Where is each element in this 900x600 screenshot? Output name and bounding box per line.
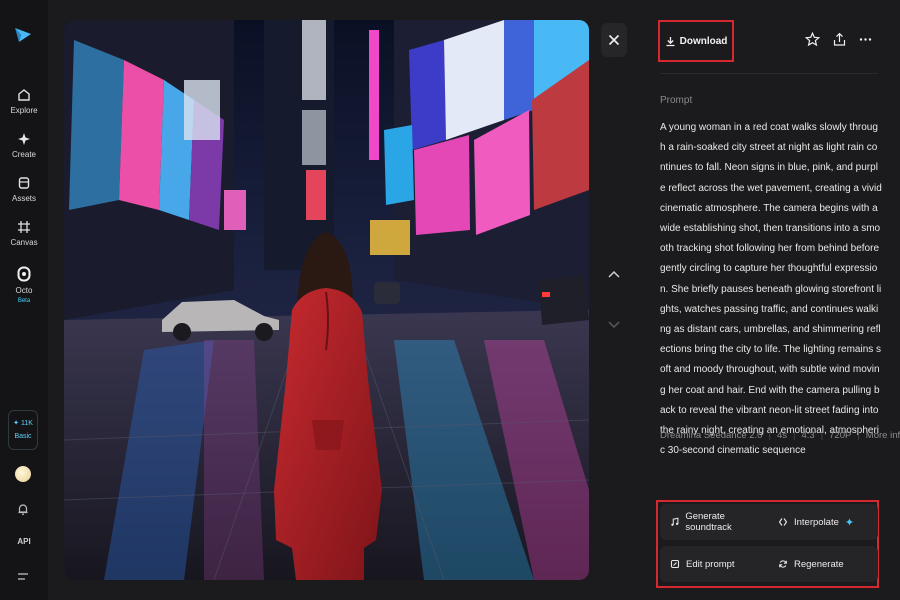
- sidebar-item-octo[interactable]: Octo Beta: [0, 266, 48, 304]
- sidebar-item-label: Octo: [15, 286, 33, 295]
- prompt-text: A young woman in a red coat walks slowly…: [660, 122, 882, 457]
- generate-soundtrack-button[interactable]: Generate soundtrack: [660, 504, 768, 540]
- meta-separator: |: [792, 430, 796, 441]
- generate-soundtrack-label: Generate soundtrack: [685, 511, 732, 533]
- sidebar-item-label: Create: [11, 150, 36, 159]
- sparkle-icon: ✦: [844, 516, 855, 529]
- home-icon: [18, 89, 30, 101]
- sidebar-item-create[interactable]: Create: [0, 132, 48, 159]
- meta-separator: |: [857, 430, 860, 441]
- sidebar-item-explore[interactable]: Explore: [0, 88, 48, 115]
- interpolate-label: Interpolate: [794, 516, 839, 528]
- download-icon: [666, 36, 675, 46]
- star-icon[interactable]: [805, 32, 820, 47]
- resolution-value: 720P: [829, 430, 852, 441]
- interpolate-button[interactable]: Interpolate ✦: [768, 504, 878, 540]
- chevron-up-icon[interactable]: [606, 267, 622, 283]
- sidebar-item-canvas[interactable]: Canvas: [0, 220, 48, 247]
- music-note-icon: [671, 517, 679, 526]
- credits-count: ✦ 11K: [13, 420, 33, 427]
- meta-separator: |: [768, 430, 771, 441]
- bell-icon[interactable]: [16, 502, 30, 516]
- folder-icon: [18, 177, 30, 189]
- share-icon[interactable]: [832, 32, 847, 47]
- close-button[interactable]: [601, 23, 627, 57]
- close-icon: [608, 34, 620, 46]
- chevron-down-icon[interactable]: [606, 316, 622, 332]
- regenerate-button[interactable]: Regenerate: [768, 546, 878, 582]
- menu-icon[interactable]: [16, 571, 30, 583]
- meta-separator: |: [820, 430, 824, 441]
- sparkle-icon: [18, 133, 30, 145]
- beta-badge: Beta: [17, 298, 31, 304]
- sidebar-item-label: Canvas: [10, 238, 38, 247]
- generation-meta: Dreamina Seedance 2.0 | 4s | 4:3 | 720P …: [660, 430, 900, 441]
- model-name: Dreamina Seedance 2.0: [660, 430, 763, 441]
- duration-value: 4s: [776, 430, 787, 441]
- aspect-ratio-value: 4:3: [801, 430, 815, 441]
- plan-badge[interactable]: ✦ 11K Basic: [8, 410, 38, 450]
- edit-prompt-label: Edit prompt: [686, 558, 735, 570]
- generated-video-frame[interactable]: [64, 20, 589, 580]
- more-icon[interactable]: [858, 32, 873, 47]
- edit-prompt-button[interactable]: Edit prompt: [660, 546, 768, 582]
- refresh-icon: [779, 560, 787, 568]
- download-button[interactable]: Download: [658, 20, 734, 62]
- more-info-link[interactable]: More info: [866, 430, 900, 441]
- sidebar-item-label: Explore: [10, 106, 38, 115]
- sidebar: Explore Create Assets Canvas Octo Beta ✦…: [0, 0, 48, 600]
- sidebar-item-label: Assets: [11, 194, 36, 203]
- avatar[interactable]: [15, 466, 31, 482]
- api-link[interactable]: API: [0, 537, 48, 546]
- city-scene-image: [64, 20, 589, 580]
- regenerate-label: Regenerate: [794, 558, 844, 570]
- octo-icon: [17, 266, 31, 282]
- canvas-icon: [18, 221, 30, 233]
- download-label: Download: [679, 35, 728, 47]
- sidebar-item-assets[interactable]: Assets: [0, 176, 48, 203]
- edit-icon: [670, 559, 680, 569]
- interpolate-icon: [778, 518, 788, 526]
- divider: [660, 73, 878, 74]
- paper-plane-logo[interactable]: [13, 24, 33, 44]
- prompt-heading: Prompt: [660, 95, 693, 106]
- plan-tier: Basic: [14, 433, 32, 440]
